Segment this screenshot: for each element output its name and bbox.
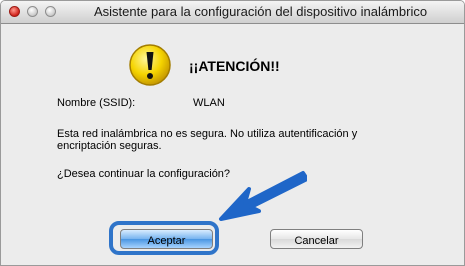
- zoom-window-button[interactable]: [45, 6, 56, 17]
- title-bar[interactable]: Asistente para la configuración del disp…: [1, 1, 464, 24]
- dialog-window: Asistente para la configuración del disp…: [0, 0, 465, 266]
- cancel-button[interactable]: Cancelar: [270, 229, 363, 249]
- alert-heading: ¡¡ATENCIÓN!!: [189, 58, 280, 74]
- security-warning-text: Esta red inalámbrica no es segura. No ut…: [57, 128, 358, 152]
- close-window-button[interactable]: [9, 6, 20, 17]
- warning-exclamation-icon: [129, 44, 171, 86]
- window-title: Asistente para la configuración del disp…: [93, 4, 428, 19]
- accept-button[interactable]: Aceptar: [120, 229, 213, 249]
- ssid-label: Nombre (SSID):: [57, 97, 136, 109]
- ssid-value: WLAN: [193, 97, 225, 109]
- pointer-arrow-annotation: [219, 171, 307, 221]
- minimize-window-button[interactable]: [27, 6, 38, 17]
- continue-question: ¿Desea continuar la configuración?: [57, 168, 231, 180]
